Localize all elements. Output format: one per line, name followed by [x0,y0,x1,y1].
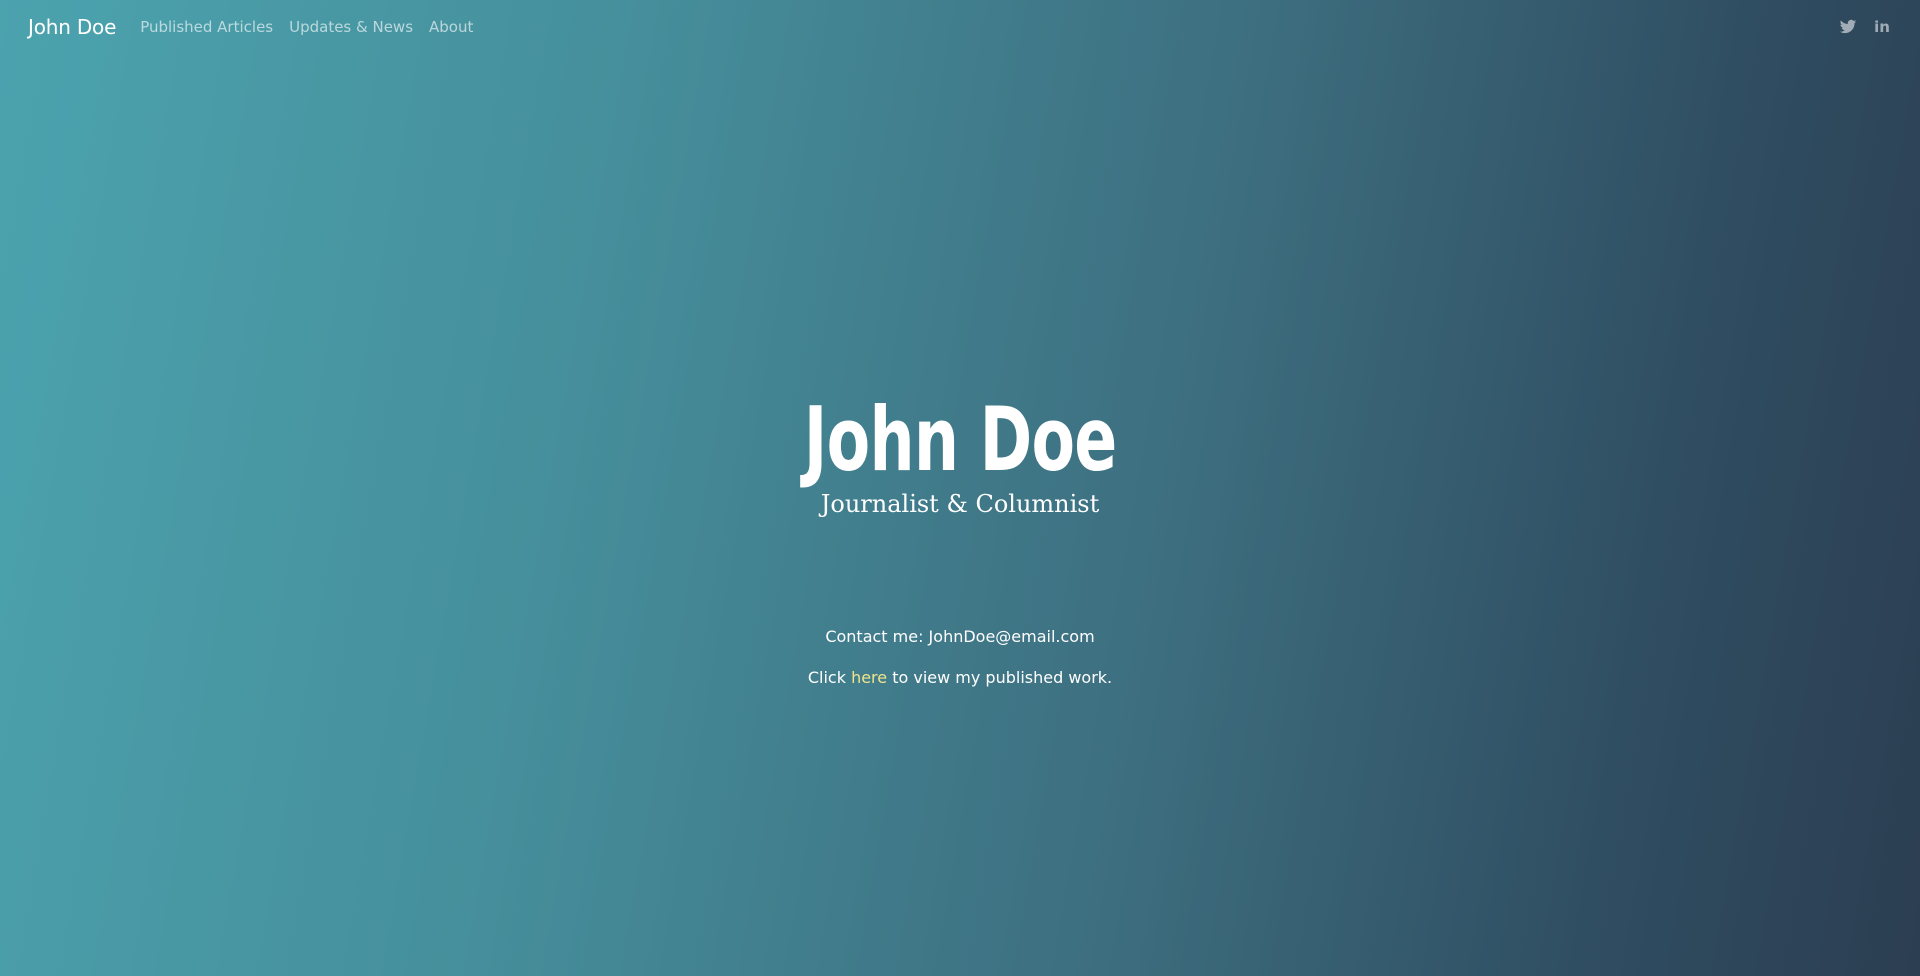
hero-title: John Doe [803,388,1117,491]
linkedin-icon[interactable]: in [1872,17,1892,37]
nav-link-published-articles[interactable]: Published Articles [140,18,273,36]
contact-line: Contact me: JohnDoe@email.com [825,627,1095,646]
social-links: in [1838,17,1892,37]
twitter-icon[interactable] [1838,17,1858,37]
nav-link-updates-news[interactable]: Updates & News [289,18,413,36]
hero-subtitle: Journalist & Columnist [820,490,1100,518]
linkedin-icon-text: in [1874,18,1890,36]
contact-section: Contact me: JohnDoe@email.com Click here… [0,626,1920,708]
click-suffix: to view my published work. [887,668,1113,687]
brand-link[interactable]: John Doe [28,15,116,39]
published-work-line: Click here to view my published work. [0,667,1920,689]
nav-link-about[interactable]: About [429,18,473,36]
top-navbar: John Doe Published Articles Updates & Ne… [0,0,1920,54]
hero-section: John Doe Journalist & Columnist [0,388,1920,519]
here-link[interactable]: here [851,668,887,687]
click-prefix: Click [807,668,852,687]
